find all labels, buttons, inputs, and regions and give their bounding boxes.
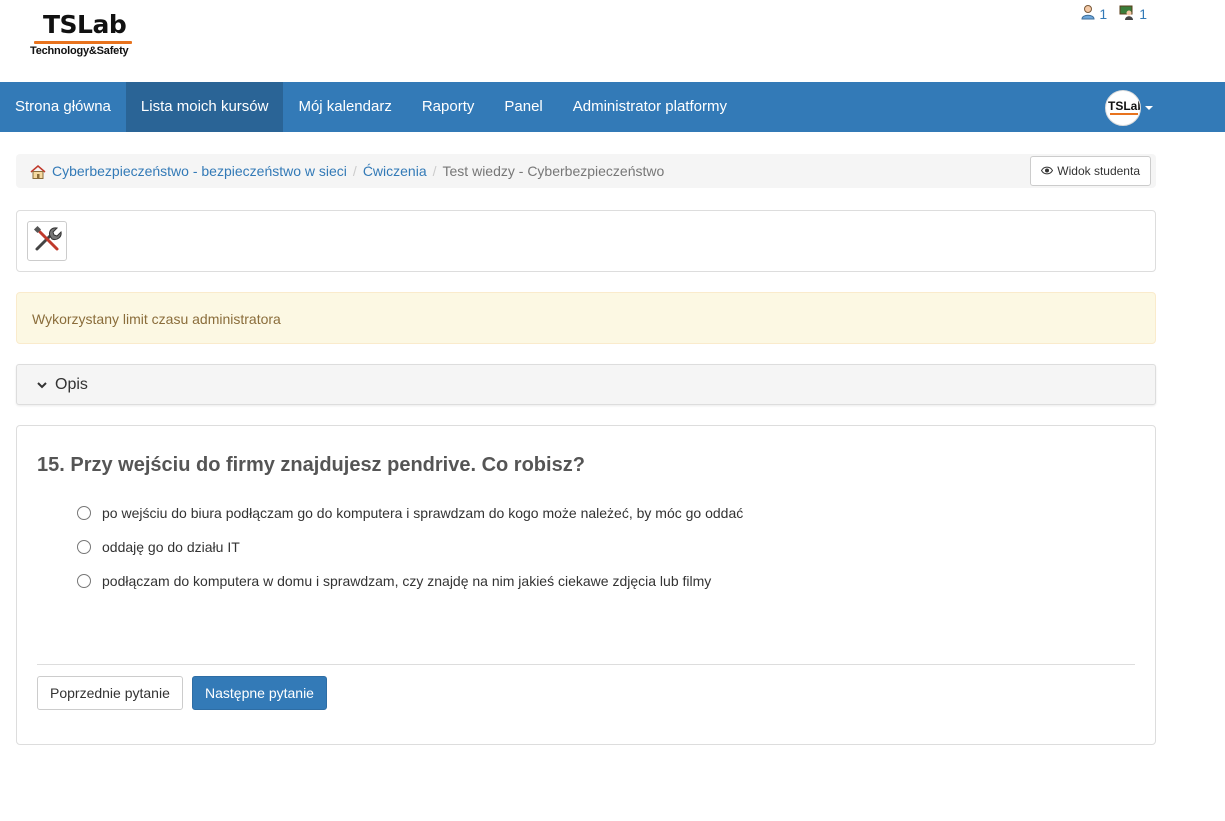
nav-item-panel[interactable]: Panel: [489, 82, 557, 132]
next-question-button[interactable]: Następne pytanie: [192, 676, 327, 710]
nav-item-home[interactable]: Strona główna: [0, 82, 126, 132]
answer-option[interactable]: oddaję go do działu IT: [77, 530, 743, 564]
tools-button[interactable]: [27, 221, 67, 261]
time-limit-alert: Wykorzystany limit czasu administratora: [16, 292, 1156, 344]
student-view-button[interactable]: Widok studenta: [1030, 156, 1151, 186]
description-toggle[interactable]: Opis: [16, 364, 1156, 405]
tslab-logo[interactable]: TSLab Technology&Safety: [30, 10, 140, 62]
logo-accent-line: [34, 41, 132, 44]
radio-button[interactable]: [77, 574, 91, 588]
breadcrumb-separator: /: [352, 163, 357, 179]
breadcrumb-separator: /: [432, 163, 437, 179]
eye-icon: [1041, 164, 1054, 178]
question-title: 15. Przy wejściu do firmy znajdujesz pen…: [37, 454, 585, 476]
answer-label: po wejściu do biura podłączam go do komp…: [102, 505, 744, 521]
answer-label: oddaję go do działu IT: [102, 539, 240, 555]
top-counters: 1 1: [1081, 4, 1147, 23]
avatar: TSLab: [1105, 90, 1141, 126]
breadcrumb: Cyberbezpieczeństwo - bezpieczeństwo w s…: [16, 154, 1156, 188]
nav-item-calendar[interactable]: Mój kalendarz: [283, 82, 406, 132]
toolbar-panel: [16, 210, 1156, 272]
answer-option[interactable]: podłączam do komputera w domu i sprawdza…: [77, 564, 743, 598]
answer-option[interactable]: po wejściu do biura podłączam go do komp…: [77, 496, 743, 530]
nav-item-reports[interactable]: Raporty: [407, 82, 490, 132]
answer-label: podłączam do komputera w domu i sprawdza…: [102, 573, 712, 589]
breadcrumb-current: Test wiedzy - Cyberbezpieczeństwo: [442, 163, 665, 179]
previous-question-button[interactable]: Poprzednie pytanie: [37, 676, 183, 710]
chevron-down-icon: [37, 378, 47, 392]
logo-main-text: TSLab: [43, 10, 127, 39]
logo-sub-text: Technology&Safety: [30, 45, 129, 57]
radio-button[interactable]: [77, 506, 91, 520]
description-label: Opis: [55, 375, 88, 393]
teachers-count: 1: [1139, 5, 1147, 22]
nav-item-platform-admin[interactable]: Administrator platformy: [558, 82, 742, 132]
divider: [37, 664, 1135, 665]
avatar-accent-line: [1110, 113, 1138, 115]
user-icon: [1081, 4, 1095, 23]
users-count: 1: [1099, 5, 1108, 22]
nav-item-my-courses[interactable]: Lista moich kursów: [125, 82, 284, 132]
radio-button[interactable]: [77, 540, 91, 554]
user-menu[interactable]: TSLab: [1105, 90, 1153, 126]
breadcrumb-section-link[interactable]: Ćwiczenia: [363, 163, 427, 179]
tools-icon: [32, 224, 62, 259]
student-view-label: Widok studenta: [1057, 164, 1140, 178]
top-header: TSLab Technology&Safety 1 1: [0, 0, 1225, 82]
teacher-icon: [1119, 4, 1135, 23]
users-counter[interactable]: 1: [1081, 4, 1107, 23]
caret-down-icon: [1145, 106, 1153, 110]
home-icon[interactable]: [30, 165, 46, 179]
breadcrumb-course-link[interactable]: Cyberbezpieczeństwo - bezpieczeństwo w s…: [52, 163, 347, 179]
teachers-counter[interactable]: 1: [1119, 4, 1147, 23]
avatar-logo-text: TSLab: [1108, 99, 1140, 113]
question-panel: 15. Przy wejściu do firmy znajdujesz pen…: [16, 425, 1156, 745]
main-navbar: Strona główna Lista moich kursów Mój kal…: [0, 82, 1225, 132]
answer-list: po wejściu do biura podłączam go do komp…: [77, 496, 743, 598]
